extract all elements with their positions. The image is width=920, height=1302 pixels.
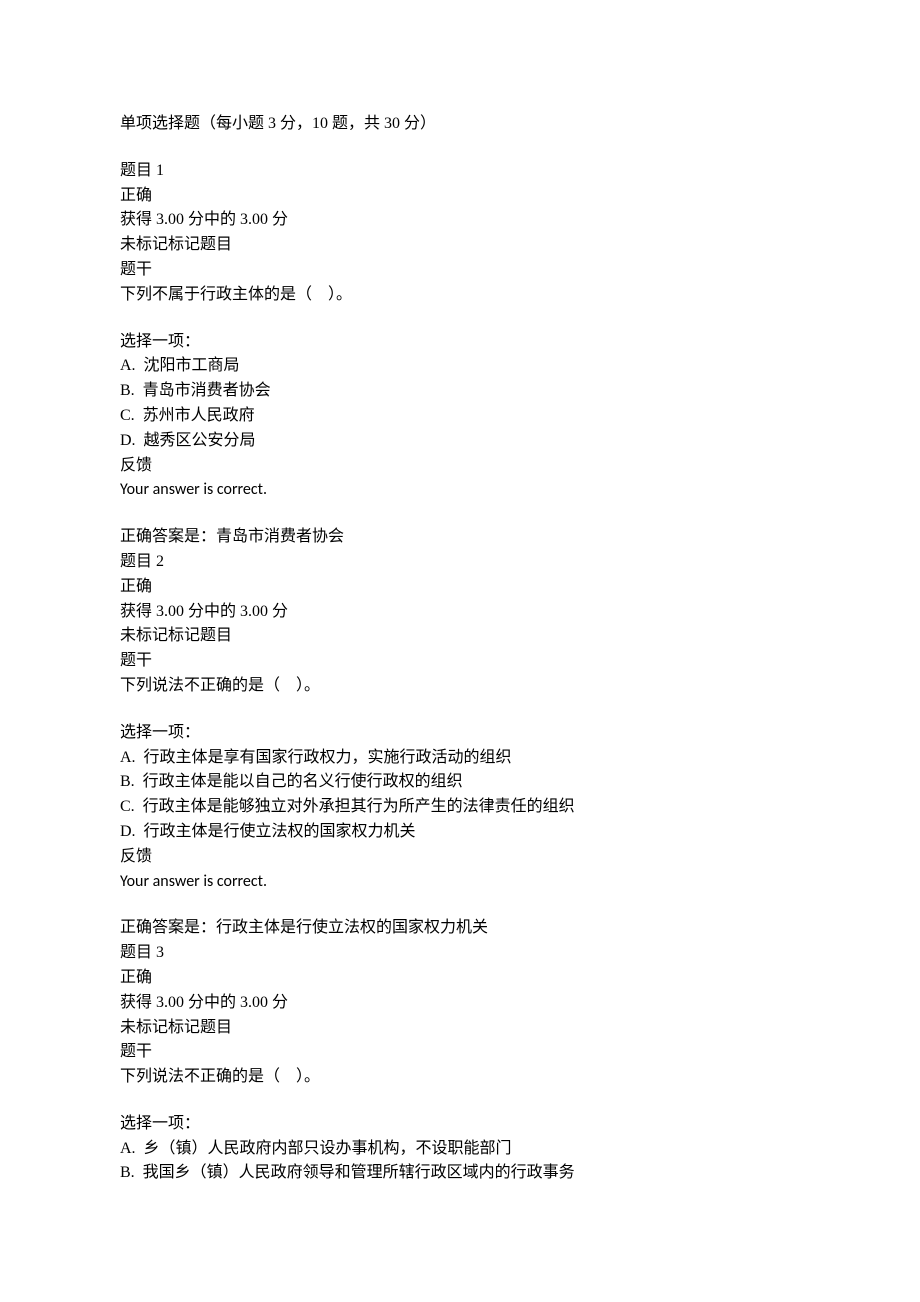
option-d: D. 越秀区公安分局 — [120, 429, 800, 454]
option-b: B. 我国乡（镇）人民政府领导和管理所辖行政区域内的行政事务 — [120, 1161, 800, 1186]
feedback-label: 反馈 — [120, 454, 800, 479]
question-label: 题目 2 — [120, 550, 800, 575]
question-flag: 未标记标记题目 — [120, 1016, 800, 1041]
option-c: C. 行政主体是能够独立对外承担其行为所产生的法律责任的组织 — [120, 795, 800, 820]
question-score: 获得 3.00 分中的 3.00 分 — [120, 991, 800, 1016]
question-2-header: 正确答案是：青岛市消费者协会 题目 2 正确 获得 3.00 分中的 3.00 … — [120, 525, 800, 699]
question-3-header: 正确答案是：行政主体是行使立法权的国家权力机关 题目 3 正确 获得 3.00 … — [120, 916, 800, 1090]
option-prompt: 选择一项： — [120, 330, 800, 355]
option-b: B. 青岛市消费者协会 — [120, 379, 800, 404]
question-stem-label: 题干 — [120, 1040, 800, 1065]
question-score: 获得 3.00 分中的 3.00 分 — [120, 600, 800, 625]
question-label: 题目 1 — [120, 159, 800, 184]
option-d: D. 行政主体是行使立法权的国家权力机关 — [120, 820, 800, 845]
question-stem-label: 题干 — [120, 649, 800, 674]
question-stem: 下列不属于行政主体的是（ ）。 — [120, 283, 800, 308]
question-label: 题目 3 — [120, 941, 800, 966]
question-2-options: 选择一项： A. 行政主体是享有国家行政权力，实施行政活动的组织 B. 行政主体… — [120, 721, 800, 895]
option-a: A. 行政主体是享有国家行政权力，实施行政活动的组织 — [120, 746, 800, 771]
question-stem: 下列说法不正确的是（ ）。 — [120, 1065, 800, 1090]
section-header-block: 单项选择题（每小题 3 分，10 题，共 30 分） — [120, 112, 800, 137]
question-stem: 下列说法不正确的是（ ）。 — [120, 674, 800, 699]
option-prompt: 选择一项： — [120, 721, 800, 746]
option-a: A. 乡（镇）人民政府内部只设办事机构，不设职能部门 — [120, 1137, 800, 1162]
question-flag: 未标记标记题目 — [120, 233, 800, 258]
question-score: 获得 3.00 分中的 3.00 分 — [120, 208, 800, 233]
question-flag: 未标记标记题目 — [120, 624, 800, 649]
correct-answer: 正确答案是：青岛市消费者协会 — [120, 525, 800, 550]
feedback-label: 反馈 — [120, 845, 800, 870]
question-1-options: 选择一项： A. 沈阳市工商局 B. 青岛市消费者协会 C. 苏州市人民政府 D… — [120, 330, 800, 504]
question-status: 正确 — [120, 184, 800, 209]
question-status: 正确 — [120, 966, 800, 991]
option-a: A. 沈阳市工商局 — [120, 354, 800, 379]
question-3-options: 选择一项： A. 乡（镇）人民政府内部只设办事机构，不设职能部门 B. 我国乡（… — [120, 1112, 800, 1186]
option-c: C. 苏州市人民政府 — [120, 404, 800, 429]
feedback-text: Your answer is correct. — [120, 870, 800, 895]
section-header: 单项选择题（每小题 3 分，10 题，共 30 分） — [120, 112, 800, 137]
question-status: 正确 — [120, 575, 800, 600]
option-b: B. 行政主体是能以自己的名义行使行政权的组织 — [120, 770, 800, 795]
question-stem-label: 题干 — [120, 258, 800, 283]
option-prompt: 选择一项： — [120, 1112, 800, 1137]
document-page: 单项选择题（每小题 3 分，10 题，共 30 分） 题目 1 正确 获得 3.… — [0, 0, 920, 1302]
feedback-text: Your answer is correct. — [120, 478, 800, 503]
correct-answer: 正确答案是：行政主体是行使立法权的国家权力机关 — [120, 916, 800, 941]
question-1-header: 题目 1 正确 获得 3.00 分中的 3.00 分 未标记标记题目 题干 下列… — [120, 159, 800, 308]
